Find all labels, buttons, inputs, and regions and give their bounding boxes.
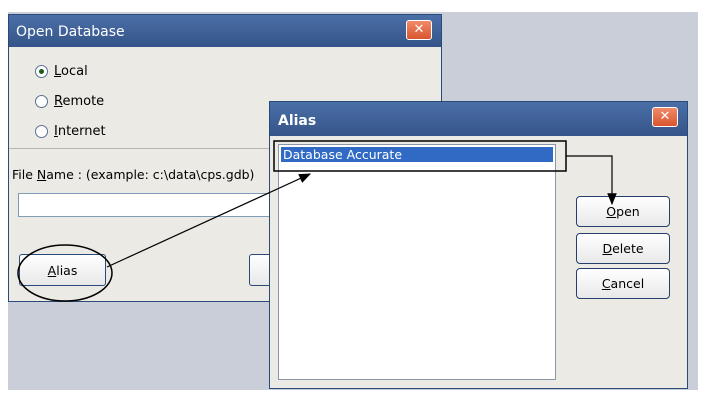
close-icon[interactable]: ✕ xyxy=(652,107,678,127)
list-item[interactable]: Database Accurate xyxy=(281,147,553,162)
open-database-titlebar[interactable]: Open Database ✕ xyxy=(9,15,441,47)
file-name-label: File Name : (example: c:\data\cps.gdb) xyxy=(12,167,255,182)
alias-button[interactable]: Alias xyxy=(19,254,106,286)
radio-selected-icon xyxy=(35,65,48,78)
open-button[interactable]: Open xyxy=(576,196,670,227)
cancel-button[interactable]: Cancel xyxy=(576,268,670,299)
alias-title: Alias xyxy=(278,113,317,129)
close-icon[interactable]: ✕ xyxy=(406,20,432,40)
alias-button-label: Alias xyxy=(47,262,78,278)
open-button-label: Open xyxy=(606,204,640,219)
radio-local[interactable]: Local xyxy=(35,64,88,79)
cancel-button-label: Cancel xyxy=(601,276,645,291)
radio-remote[interactable]: Remote xyxy=(35,94,104,109)
radio-remote-label: Remote xyxy=(54,94,105,109)
radio-internet[interactable]: Internet xyxy=(35,124,106,139)
open-database-title: Open Database xyxy=(16,24,125,40)
delete-button-label: Delete xyxy=(602,241,644,256)
radio-unselected-icon xyxy=(35,95,48,108)
alias-titlebar[interactable]: Alias ✕ xyxy=(270,102,687,136)
radio-unselected-icon xyxy=(35,125,48,138)
alias-list[interactable]: Database Accurate xyxy=(278,144,556,380)
delete-button[interactable]: Delete xyxy=(576,233,670,264)
radio-local-label: Local xyxy=(54,64,88,79)
alias-dialog: Alias ✕ Database Accurate Open Delete Ca… xyxy=(269,101,688,389)
radio-internet-label: Internet xyxy=(54,124,106,139)
